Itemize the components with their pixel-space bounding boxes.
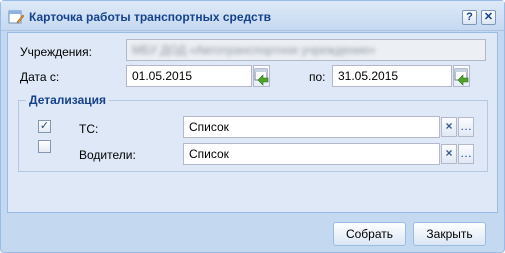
window-form-icon	[8, 10, 24, 24]
drivers-clear-button[interactable]: ×	[441, 144, 457, 164]
drivers-more-button[interactable]: …	[458, 144, 474, 164]
drivers-select[interactable]: Список	[183, 143, 440, 165]
calendar-icon	[254, 68, 269, 86]
close-button[interactable]: Закрыть	[413, 222, 486, 246]
date-from-label: Дата с:	[20, 70, 60, 84]
vehicles-clear-button[interactable]: ×	[441, 117, 457, 137]
close-window-button[interactable]: ✕	[481, 10, 496, 25]
vehicles-more-button[interactable]: …	[458, 117, 474, 137]
help-button[interactable]: ?	[462, 10, 477, 25]
date-to-label: по:	[309, 70, 326, 84]
vehicles-label: ТС:	[79, 122, 99, 136]
vehicles-select[interactable]: Список	[183, 116, 440, 138]
institution-label: Учреждения:	[20, 45, 92, 59]
institution-field: МБУ ДОД «Автотранспортное учреждение»	[126, 39, 486, 61]
vehicles-checkbox[interactable]: ✓	[38, 120, 51, 133]
title-bar[interactable]: Карточка работы транспортных средств ? ✕	[1, 1, 504, 31]
vehicles-value: Список	[189, 120, 229, 134]
collect-button[interactable]: Собрать	[333, 222, 406, 246]
drivers-checkbox[interactable]	[38, 140, 51, 153]
drivers-label: Водители:	[79, 148, 136, 162]
date-from-calendar-button[interactable]	[253, 65, 270, 87]
date-to-calendar-button[interactable]	[453, 65, 470, 87]
calendar-icon	[454, 68, 469, 86]
detail-legend: Детализация	[26, 93, 109, 107]
date-from-value: 01.05.2015	[132, 69, 193, 83]
window-title: Карточка работы транспортных средств	[29, 10, 271, 24]
date-to-value: 31.05.2015	[338, 69, 399, 83]
date-from-input[interactable]: 01.05.2015	[126, 65, 252, 87]
drivers-value: Список	[189, 147, 229, 161]
institution-value: МБУ ДОД «Автотранспортное учреждение»	[132, 43, 376, 57]
date-to-input[interactable]: 31.05.2015	[332, 65, 452, 87]
dialog-window: Карточка работы транспортных средств ? ✕…	[0, 0, 505, 253]
